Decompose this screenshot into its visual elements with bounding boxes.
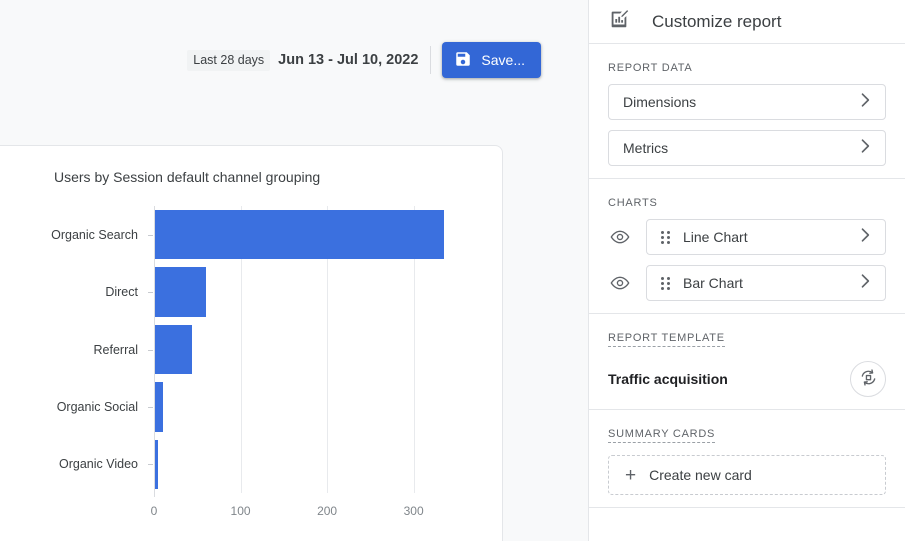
change-template-icon: [859, 368, 878, 390]
section-charts: CHARTS Line Chart: [589, 179, 905, 314]
bar-chart-plot[interactable]: 0 100 200 300 Organic Search Direct Referral Or…: [0, 146, 503, 541]
section-label-charts: CHARTS: [608, 197, 658, 209]
section-label-report-data: REPORT DATA: [608, 62, 692, 74]
category-label: Organic Video: [59, 457, 138, 471]
plus-icon: +: [625, 466, 636, 485]
category-label: Referral: [94, 343, 138, 357]
section-summary-cards: SUMMARY CARDS + Create new card: [589, 410, 905, 508]
x-tick-label: 300: [404, 504, 424, 518]
category-label: Organic Social: [57, 400, 138, 414]
bar-chart-label: Bar Chart: [683, 275, 855, 291]
drag-handle-icon[interactable]: [661, 275, 673, 291]
panel-title: Customize report: [652, 12, 781, 32]
change-template-button[interactable]: [850, 361, 886, 397]
section-label-report-template: REPORT TEMPLATE: [608, 332, 725, 347]
y-axis-line: [154, 206, 155, 497]
date-range-picker[interactable]: Last 28 days Jun 13 - Jul 10, 2022: [187, 46, 431, 74]
bar-organic-search[interactable]: [154, 210, 444, 259]
report-toolbar: Last 28 days Jun 13 - Jul 10, 2022 Save.…: [0, 0, 588, 120]
dimensions-label: Dimensions: [623, 94, 855, 110]
chevron-right-icon: [855, 225, 875, 250]
y-axis-tick: [148, 407, 153, 408]
category-label: Organic Search: [51, 228, 138, 242]
date-range-label[interactable]: Jun 13 - Jul 10, 2022: [278, 52, 418, 68]
x-tick-label: 0: [151, 504, 158, 518]
eye-visible-icon[interactable]: [608, 271, 632, 295]
section-report-data: REPORT DATA Dimensions Metrics: [589, 44, 905, 179]
line-chart-label: Line Chart: [683, 229, 855, 245]
bar-direct[interactable]: [154, 267, 206, 316]
x-tick-label: 100: [231, 504, 251, 518]
y-axis-tick: [148, 235, 153, 236]
save-button[interactable]: Save...: [442, 42, 541, 78]
chart-row-line-chart: Line Chart: [608, 219, 886, 255]
report-data-row: Dimensions: [608, 84, 886, 120]
y-axis-tick: [148, 350, 153, 351]
report-template-row: Traffic acquisition: [608, 361, 886, 397]
customize-report-panel: Customize report REPORT DATA Dimensions …: [588, 0, 905, 541]
section-report-template: REPORT TEMPLATE Traffic acquisition: [589, 314, 905, 410]
y-axis-tick: [148, 292, 153, 293]
bar-organic-social[interactable]: [154, 382, 163, 431]
report-data-row: Metrics: [608, 130, 886, 166]
chart-row-bar-chart: Bar Chart: [608, 265, 886, 301]
category-label: Direct: [105, 285, 138, 299]
toolbar-actions: Last 28 days Jun 13 - Jul 10, 2022 Save.…: [187, 42, 541, 78]
save-button-label: Save...: [481, 42, 525, 78]
chevron-right-icon: [855, 90, 875, 115]
customize-report-screen: Last 28 days Jun 13 - Jul 10, 2022 Save.…: [0, 0, 905, 541]
panel-header: Customize report: [589, 0, 905, 44]
dimensions-button[interactable]: Dimensions: [608, 84, 886, 120]
chevron-right-icon: [855, 271, 875, 296]
date-preset-chip[interactable]: Last 28 days: [187, 50, 270, 71]
create-new-card-label: Create new card: [649, 467, 752, 483]
save-floppy-icon: [454, 50, 472, 71]
bar-referral[interactable]: [154, 325, 192, 374]
y-axis-tick: [148, 464, 153, 465]
report-template-name: Traffic acquisition: [608, 371, 728, 387]
bar-chart-card[interactable]: Users by Session default channel groupin…: [0, 145, 503, 541]
eye-visible-icon[interactable]: [608, 225, 632, 249]
metrics-label: Metrics: [623, 140, 855, 156]
x-tick-label: 200: [317, 504, 337, 518]
create-new-card-button[interactable]: + Create new card: [608, 455, 886, 495]
chevron-right-icon: [855, 136, 875, 161]
bar-chart-button[interactable]: Bar Chart: [646, 265, 886, 301]
customize-report-icon: [608, 8, 630, 35]
drag-handle-icon[interactable]: [661, 229, 673, 245]
section-label-summary-cards: SUMMARY CARDS: [608, 428, 715, 443]
metrics-button[interactable]: Metrics: [608, 130, 886, 166]
line-chart-button[interactable]: Line Chart: [646, 219, 886, 255]
report-main-region: Last 28 days Jun 13 - Jul 10, 2022 Save.…: [0, 0, 588, 541]
